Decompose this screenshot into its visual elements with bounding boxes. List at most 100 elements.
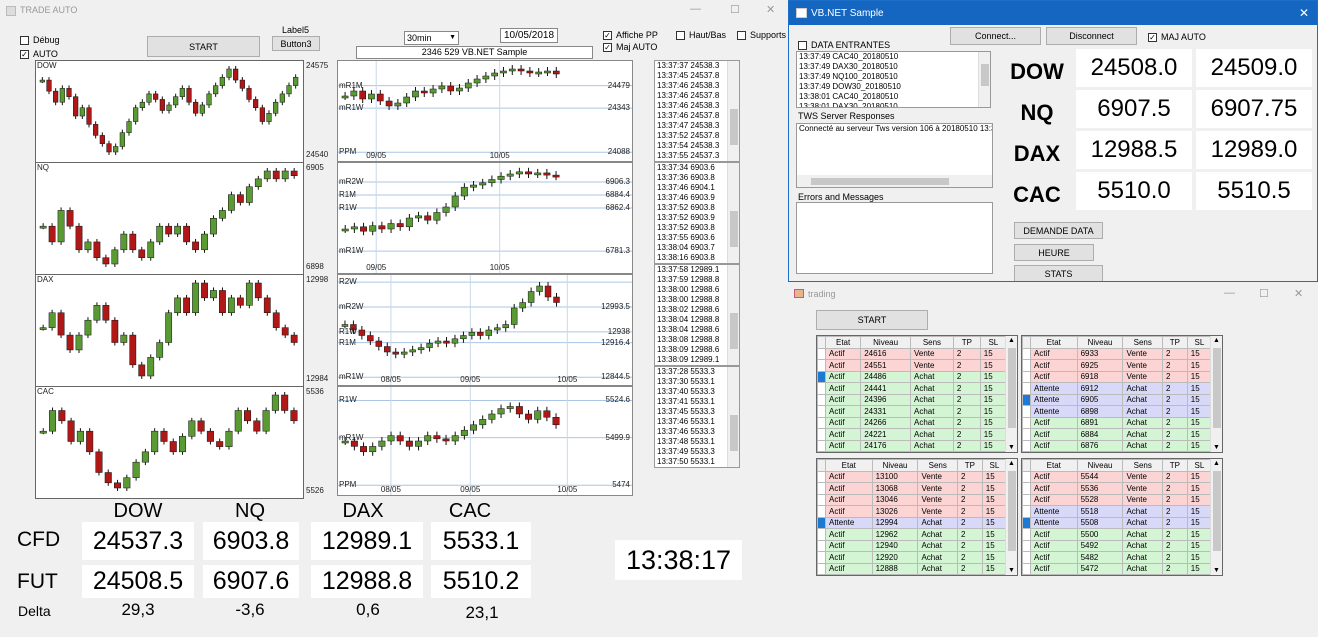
table-row[interactable]: Actif 24486 Achat 2 15 — [817, 370, 1008, 383]
close-icon[interactable]: ✕ — [1299, 6, 1309, 20]
start-button[interactable]: START — [147, 36, 260, 57]
haut-bas-checkbox[interactable]: Haut/Bas — [676, 30, 726, 40]
table-row[interactable]: Attente 5508 Achat 2 15 — [1022, 516, 1213, 529]
scrollbar[interactable]: ▲ ▼ — [1210, 459, 1222, 575]
row-selector[interactable] — [817, 347, 826, 360]
data-entrantes-checkbox[interactable]: DATA ENTRANTES — [798, 40, 890, 50]
column-header[interactable]: Sens — [1122, 459, 1163, 472]
table-row[interactable]: Actif 5528 Vente 2 15 — [1022, 493, 1213, 506]
row-selector[interactable] — [817, 551, 826, 564]
tick-list[interactable]: 13:37:37 24538.3 13:37:45 24537.8 13:37:46… — [654, 60, 740, 162]
column-header[interactable]: SL — [981, 459, 1008, 472]
row-selector[interactable] — [817, 539, 826, 552]
row-selector[interactable] — [1022, 562, 1031, 575]
table-row[interactable]: Actif 24396 Achat 2 15 — [817, 393, 1008, 406]
table-row[interactable]: Actif 6933 Vente 2 15 — [1022, 347, 1213, 360]
pivot-chart-nq[interactable]: mR2W R1M R1W mR1W 6906.3 6884.4 6862.4 6781.3 09… — [337, 162, 633, 274]
table-row[interactable]: Actif 5482 Achat 2 15 — [1022, 551, 1213, 564]
scroll-up-icon[interactable]: ▲ — [1008, 337, 1015, 344]
table-row[interactable]: Actif 6925 Vente 2 15 — [1022, 359, 1213, 372]
table-row[interactable]: Actif 12888 Achat 2 15 — [817, 562, 1008, 575]
timeframe-select[interactable]: 30min ▼ — [404, 31, 459, 45]
column-header[interactable]: Sens — [917, 459, 958, 472]
scrollbar[interactable]: ▲ ▼ — [1005, 336, 1017, 452]
table-row[interactable]: Actif 6918 Vente 2 15 — [1022, 370, 1213, 383]
table-row[interactable]: Actif 6891 Achat 2 15 — [1022, 416, 1213, 429]
column-header[interactable]: TP — [952, 336, 981, 349]
column-header[interactable]: Etat — [824, 336, 862, 349]
trade-grid[interactable]: Etat Niveau Sens TP SL Actif 24616 Vente 2 15 Acti… — [816, 335, 1018, 453]
row-selector[interactable] — [1022, 493, 1031, 506]
column-header[interactable]: Niveau — [1076, 459, 1124, 472]
table-row[interactable]: Actif 5544 Vente 2 15 — [1022, 470, 1213, 483]
scrollbar[interactable] — [727, 367, 739, 467]
table-row[interactable]: Actif 12920 Achat 2 15 — [817, 551, 1008, 564]
row-selector[interactable] — [1022, 428, 1031, 441]
table-row[interactable]: Actif 13026 Vente 2 15 — [817, 505, 1008, 518]
row-selector[interactable] — [817, 562, 826, 575]
trade-grid[interactable]: Etat Niveau Sens TP SL Actif 5544 Vente 2 15 Actif… — [1021, 458, 1223, 576]
scroll-down-icon[interactable]: ▼ — [1213, 444, 1220, 451]
row-selector[interactable] — [817, 482, 826, 495]
table-row[interactable]: Actif 24176 Achat 2 15 — [817, 439, 1008, 452]
table-row[interactable]: Attente 6898 Achat 2 15 — [1022, 405, 1213, 418]
chart-dax[interactable]: DAX — [35, 274, 304, 387]
tick-list[interactable]: 13:37:58 12989.1 13:37:59 12988.8 13:38:00… — [654, 264, 740, 366]
row-selector[interactable] — [817, 505, 826, 518]
incoming-list[interactable]: 13:37:49 CAC40_20180510 13:37:49 DAX30_20… — [796, 51, 991, 108]
row-selector[interactable] — [1022, 482, 1031, 495]
affiche-pp-checkbox[interactable]: ✓ Affiche PP — [603, 30, 658, 40]
column-header[interactable]: Niveau — [871, 459, 919, 472]
table-row[interactable]: Actif 6884 Achat 2 15 — [1022, 428, 1213, 441]
trade-grid[interactable]: Etat Niveau Sens TP SL Actif 13100 Vente 2 15 Acti… — [816, 458, 1018, 576]
maximize-icon[interactable]: ☐ — [1259, 287, 1269, 300]
scroll-down-icon[interactable]: ▼ — [1008, 444, 1015, 451]
debug-checkbox[interactable]: Débug — [20, 35, 60, 45]
row-selector[interactable] — [817, 359, 826, 372]
row-selector[interactable] — [817, 493, 826, 506]
row-selector[interactable] — [817, 439, 826, 452]
table-row[interactable]: Actif 6876 Achat 2 15 — [1022, 439, 1213, 452]
table-row[interactable]: Actif 13068 Vente 2 15 — [817, 482, 1008, 495]
close-icon[interactable]: ✕ — [1294, 287, 1303, 300]
date-field[interactable]: 10/05/2018 — [500, 28, 558, 43]
table-row[interactable]: Actif 13100 Vente 2 15 — [817, 470, 1008, 483]
heure-button[interactable]: HEURE — [1014, 244, 1094, 261]
auto-checkbox[interactable]: ✓ AUTO — [20, 49, 58, 59]
row-selector[interactable] — [817, 470, 826, 483]
row-selector[interactable] — [817, 393, 826, 406]
column-header[interactable]: SL — [1186, 459, 1213, 472]
tick-list[interactable]: 13:37:34 6903.6 13:37:36 6903.8 13:37:46 6… — [654, 162, 740, 264]
scrollbar[interactable] — [727, 265, 739, 365]
table-row[interactable]: Actif 24221 Achat 2 15 — [817, 428, 1008, 441]
scrollbar[interactable] — [727, 61, 739, 161]
column-header[interactable]: SL — [979, 336, 1008, 349]
disconnect-button[interactable]: Disconnect — [1046, 27, 1137, 45]
connect-button[interactable]: Connect... — [950, 27, 1041, 45]
column-header[interactable]: TP — [1162, 459, 1188, 472]
supports-checkbox[interactable]: Supports — [737, 30, 786, 40]
scroll-down-icon[interactable]: ▼ — [1213, 567, 1220, 574]
pivot-chart-dax[interactable]: R2W mR2W R1W R1M mR1W 12993.5 12938 12916.4 1284… — [337, 274, 633, 386]
row-selector[interactable] — [1022, 439, 1031, 452]
scroll-up-icon[interactable]: ▲ — [1213, 460, 1220, 467]
table-row[interactable]: Actif 24616 Vente 2 15 — [817, 347, 1008, 360]
table-row[interactable]: Actif 24266 Achat 2 15 — [817, 416, 1008, 429]
table-row[interactable]: Actif 24331 Achat 2 15 — [817, 405, 1008, 418]
close-icon[interactable]: ✕ — [766, 3, 775, 16]
table-row[interactable]: Actif 5536 Vente 2 15 — [1022, 482, 1213, 495]
row-selector[interactable] — [817, 405, 826, 418]
column-header[interactable]: TP — [957, 459, 983, 472]
table-row[interactable]: Actif 5500 Achat 2 15 — [1022, 528, 1213, 541]
scroll-down-icon[interactable]: ▼ — [1008, 567, 1015, 574]
table-row[interactable]: Actif 13046 Vente 2 15 — [817, 493, 1008, 506]
minimize-icon[interactable]: — — [690, 3, 701, 15]
row-selector[interactable] — [1022, 370, 1031, 383]
row-selector[interactable] — [1022, 347, 1031, 360]
table-row[interactable]: Attente 5518 Achat 2 15 — [1022, 505, 1213, 518]
minimize-icon[interactable]: — — [1224, 287, 1235, 299]
trade-grid[interactable]: Etat Niveau Sens TP SL Actif 6933 Vente 2 15 Actif… — [1021, 335, 1223, 453]
pivot-chart-cac[interactable]: R1W mR1W PPM 5524.6 5499.9 5474 08/05 09/05 10/0… — [337, 386, 633, 496]
row-selector[interactable] — [817, 516, 826, 529]
scrollbar[interactable] — [978, 52, 990, 107]
